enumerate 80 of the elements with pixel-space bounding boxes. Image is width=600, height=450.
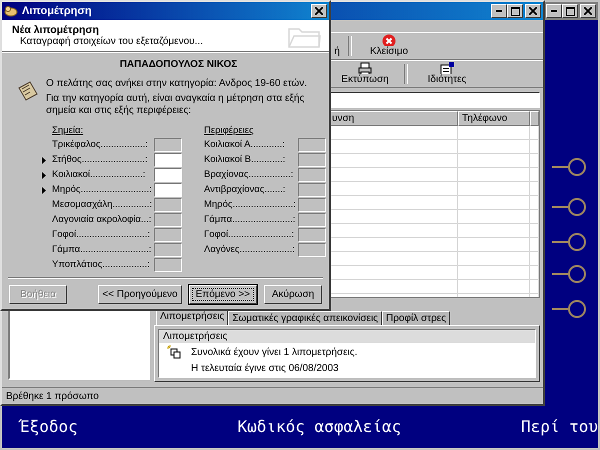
client-name: ΠΑΠΑΔΟΠΟΥΛΟΣ ΝΙΚΟΣ (118, 59, 238, 70)
field-label: Μηρός.......................: (204, 199, 297, 211)
info-text: Για την κατηγορία αυτή, είναι αναγκαία η μέτρηση στα εξής σημεία και στις εξής περιφέρειες: (46, 93, 306, 117)
status-text: Βρέθηκε 1 πρόσωπο (6, 390, 99, 402)
field-label: Γάμπα..........................: (52, 244, 152, 256)
toolbar-button[interactable]: ή (330, 33, 344, 59)
section-heading: Περιφέρειες (204, 125, 255, 137)
tab[interactable]: Σωματικές γραφικές απεικονίσεις (228, 311, 382, 325)
close-button[interactable] (311, 4, 327, 18)
input-field[interactable] (154, 243, 182, 257)
input-field[interactable] (298, 213, 326, 227)
close-button[interactable] (580, 4, 596, 18)
column-header[interactable]: Τηλέφωνο (458, 111, 530, 126)
menu-link[interactable]: Έξοδος (20, 417, 78, 436)
input-field[interactable] (154, 198, 182, 212)
minimize-button[interactable] (546, 4, 562, 18)
wizard-subtitle: Καταγραφή στοιχείων του εξεταζόμενου... (19, 36, 204, 47)
maximize-button[interactable] (562, 4, 578, 18)
last-date-text: Η τελευταία έγινε στις 06/08/2003 (190, 362, 340, 374)
input-field[interactable] (154, 258, 182, 272)
minimize-icon (551, 10, 557, 12)
field-label: Κοιλιακοί Α............: (204, 139, 286, 151)
field-label: Λαγόνες....................: (204, 244, 296, 256)
ring-marker (552, 264, 588, 284)
input-field[interactable] (298, 138, 326, 152)
input-field[interactable] (154, 228, 182, 242)
input-field[interactable] (298, 153, 326, 167)
field-label: Γοφοί...........................: (52, 229, 151, 241)
close-icon (584, 7, 592, 15)
toolbar-button[interactable]: Ιδιότητες (412, 61, 482, 87)
dialog-button[interactable]: Επόμενο >> (188, 285, 257, 304)
toolbar-button[interactable]: Εκτύπωση (330, 61, 400, 87)
field-label: Μηρός..........................: (52, 184, 153, 196)
minimize-icon (496, 10, 502, 12)
field-label: Βραχίονας................: (204, 169, 294, 181)
window-title: Λιπομέτρηση (22, 5, 93, 17)
input-field[interactable] (298, 243, 326, 257)
close-icon (529, 7, 537, 15)
field-label: Μεσομασχάλη..............: (52, 199, 153, 211)
input-field[interactable] (154, 213, 182, 227)
input-field[interactable] (154, 138, 182, 152)
list-header: Λιπομετρήσεις (159, 330, 535, 343)
field-label: Κοιλιακοί Β............: (204, 154, 286, 166)
field-label: Αντιβραχίονας.......: (204, 184, 286, 196)
dialog-button[interactable]: Ακύρωση (264, 285, 322, 304)
input-field[interactable] (154, 183, 182, 197)
close-icon (315, 7, 323, 15)
maximize-icon (566, 6, 574, 16)
input-field[interactable] (154, 168, 182, 182)
summary-text: Συνολικά έχουν γίνει 1 λιπομετρήσεις. (191, 346, 358, 358)
field-label: Λαγονιαία ακρολοφία...: (52, 214, 152, 226)
ring-marker (552, 197, 588, 217)
ring-marker (552, 299, 588, 319)
field-label: Γάμπα.......................: (204, 214, 296, 226)
input-field[interactable] (298, 228, 326, 242)
menu-link[interactable]: Περί του (520, 417, 598, 436)
toolbar-button[interactable]: Κλείσιμο (356, 33, 422, 59)
wizard-title: Νέα λιπομέτρηση (12, 24, 100, 36)
section-heading: Σημεία: (51, 125, 84, 137)
minimize-button[interactable] (491, 4, 507, 18)
field-label: Στήθος........................: (52, 154, 149, 166)
ring-marker (552, 157, 588, 177)
input-field[interactable] (298, 198, 326, 212)
field-label: Γοφοί........................: (204, 229, 296, 241)
dialog-button[interactable]: << Προηγούμενο (98, 285, 182, 304)
input-field[interactable] (154, 153, 182, 167)
windows-icon (167, 345, 181, 359)
field-label: Υποπλάτιος.................: (52, 259, 151, 271)
info-text: Ο πελάτης σας ανήκει στην κατηγορία: Ανδρος 19-60 ετών. (46, 78, 308, 90)
field-label: Τρικέφαλος.................: (52, 139, 149, 151)
maximize-button[interactable] (507, 4, 523, 18)
close-button[interactable] (525, 4, 541, 18)
tab[interactable]: Προφίλ στρες (382, 311, 450, 325)
field-label: Κοιλιακοί....................: (52, 169, 146, 181)
menu-link[interactable]: Κωδικός ασφαλείας (237, 417, 402, 436)
maximize-icon (510, 6, 520, 16)
app-icon (4, 5, 18, 17)
ring-marker (552, 232, 588, 252)
input-field[interactable] (298, 168, 326, 182)
input-field[interactable] (298, 183, 326, 197)
